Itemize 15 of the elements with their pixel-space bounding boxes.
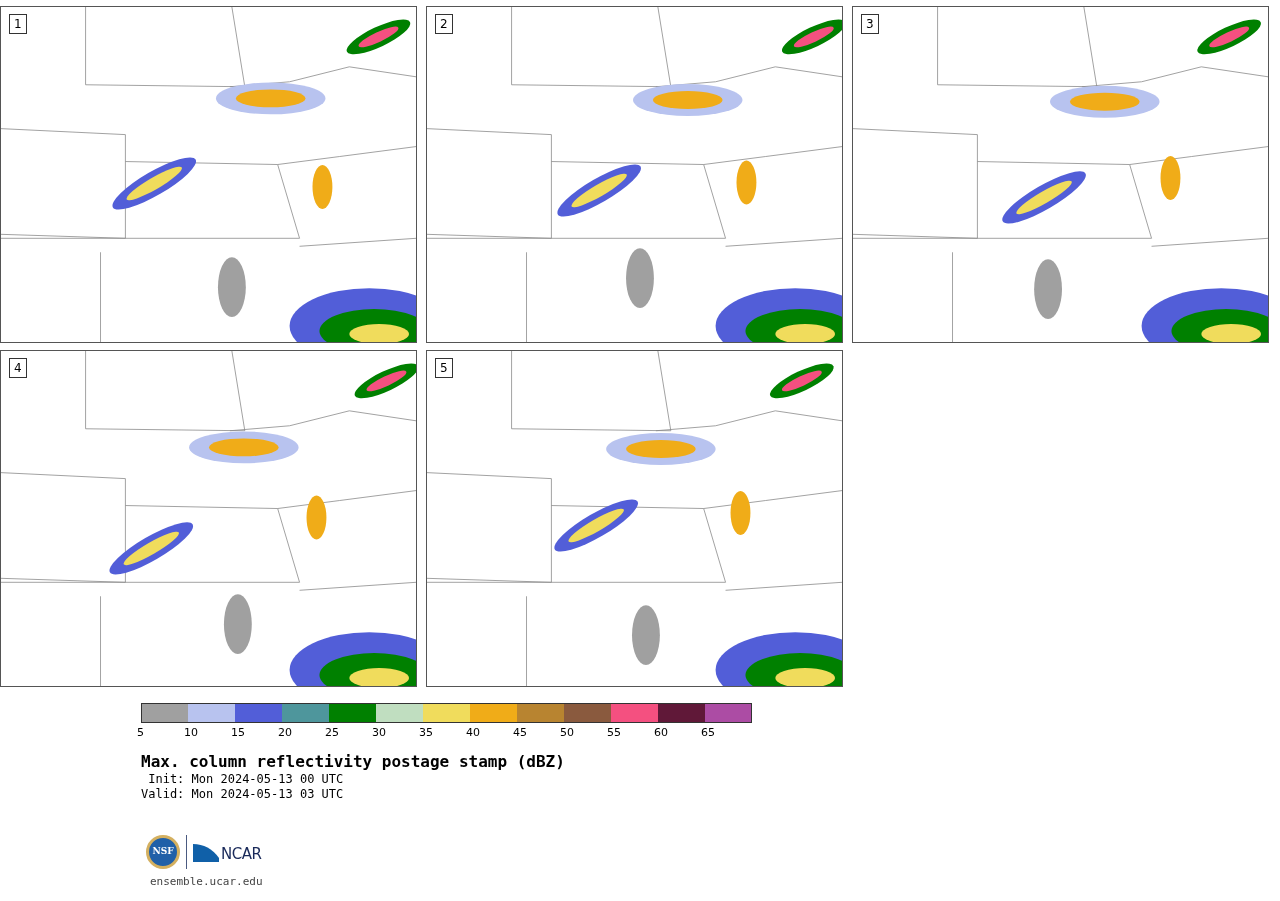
- website-url: ensemble.ucar.edu: [150, 875, 264, 889]
- globe-logo: NSF: [146, 835, 180, 869]
- ncar-logo: NCAR: [193, 842, 262, 862]
- panel-number: 1: [9, 14, 27, 34]
- init-time: Init: Mon 2024-05-13 00 UTC: [147, 772, 345, 787]
- valid-time: Valid: Mon 2024-05-13 03 UTC: [141, 787, 345, 802]
- colorbar-tick-label: 5: [137, 726, 145, 740]
- colorbar-tick-label: 45: [513, 726, 528, 740]
- panel-number: 2: [435, 14, 453, 34]
- colorbar-tick-label: 25: [325, 726, 340, 740]
- panel-number: 3: [861, 14, 879, 34]
- panel-number: 4: [9, 358, 27, 378]
- colorbar-tick-label: 65: [701, 726, 716, 740]
- chart-title: Max. column reflectivity postage stamp (dBZ): [141, 752, 566, 772]
- panel-number: 5: [435, 358, 453, 378]
